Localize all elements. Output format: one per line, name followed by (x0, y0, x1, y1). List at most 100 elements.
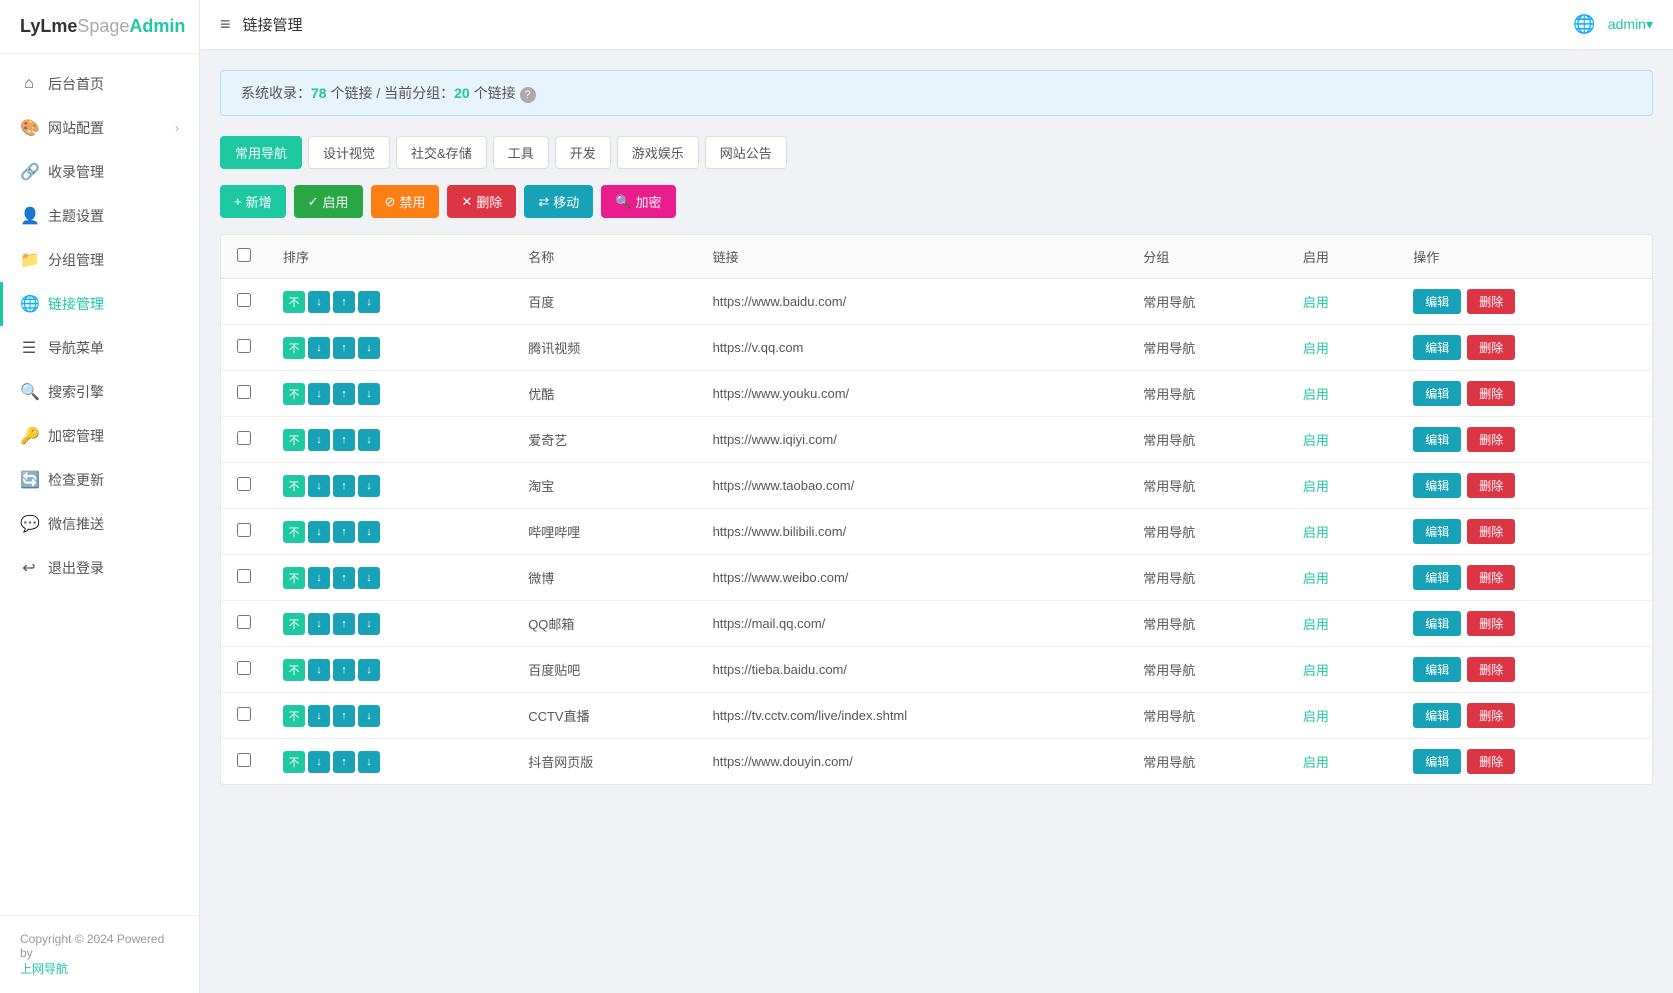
sort-up-2[interactable]: ↑ (333, 383, 355, 405)
edit-button-3[interactable]: 编辑 (1413, 427, 1461, 452)
row-checkbox-6[interactable] (237, 569, 251, 583)
globe-icon[interactable]: 🌐 (1573, 14, 1595, 35)
select-all-checkbox[interactable] (237, 248, 251, 262)
sort-bottom-6[interactable]: ↓ (358, 567, 380, 589)
sidebar-item-collection[interactable]: 🔗 收录管理 (0, 150, 199, 194)
sort-up-9[interactable]: ↑ (333, 705, 355, 727)
sort-bottom-10[interactable]: ↓ (358, 751, 380, 773)
sidebar-item-group[interactable]: 📁 分组管理 (0, 238, 199, 282)
sort-down-6[interactable]: ↓ (308, 567, 330, 589)
sidebar-item-encrypt[interactable]: 🔑 加密管理 (0, 414, 199, 458)
sort-up-3[interactable]: ↑ (333, 429, 355, 451)
sort-down-0[interactable]: ↓ (308, 291, 330, 313)
sort-bottom-2[interactable]: ↓ (358, 383, 380, 405)
sort-up-7[interactable]: ↑ (333, 613, 355, 635)
sort-down-2[interactable]: ↓ (308, 383, 330, 405)
sort-down-5[interactable]: ↓ (308, 521, 330, 543)
sidebar-item-update[interactable]: 🔄 检查更新 (0, 458, 199, 502)
delete-button-5[interactable]: 删除 (1467, 519, 1515, 544)
delete-button-8[interactable]: 删除 (1467, 657, 1515, 682)
row-checkbox-1[interactable] (237, 339, 251, 353)
sort-up-6[interactable]: ↑ (333, 567, 355, 589)
disable-button[interactable]: ⊘禁用 (371, 185, 440, 218)
edit-button-5[interactable]: 编辑 (1413, 519, 1461, 544)
delete-button-2[interactable]: 删除 (1467, 381, 1515, 406)
row-checkbox-5[interactable] (237, 523, 251, 537)
sort-down-3[interactable]: ↓ (308, 429, 330, 451)
delete-button-7[interactable]: 删除 (1467, 611, 1515, 636)
row-checkbox-8[interactable] (237, 661, 251, 675)
delete-button-9[interactable]: 删除 (1467, 703, 1515, 728)
encrypt-button[interactable]: 🔍加密 (601, 185, 675, 218)
delete-button-3[interactable]: 删除 (1467, 427, 1515, 452)
sort-top-4[interactable]: 不 (283, 475, 305, 497)
sort-up-1[interactable]: ↑ (333, 337, 355, 359)
row-checkbox-2[interactable] (237, 385, 251, 399)
tab-game-entertainment[interactable]: 游戏娱乐 (617, 136, 699, 169)
sidebar-item-links[interactable]: 🌐 链接管理 (0, 282, 199, 326)
edit-button-10[interactable]: 编辑 (1413, 749, 1461, 774)
row-checkbox-10[interactable] (237, 753, 251, 767)
sort-up-5[interactable]: ↑ (333, 521, 355, 543)
edit-button-9[interactable]: 编辑 (1413, 703, 1461, 728)
edit-button-1[interactable]: 编辑 (1413, 335, 1461, 360)
sort-top-0[interactable]: 不 (283, 291, 305, 313)
delete-button-1[interactable]: 删除 (1467, 335, 1515, 360)
move-button[interactable]: ⇄移动 (524, 185, 593, 218)
sidebar-item-search[interactable]: 🔍 搜索引擎 (0, 370, 199, 414)
edit-button-2[interactable]: 编辑 (1413, 381, 1461, 406)
edit-button-4[interactable]: 编辑 (1413, 473, 1461, 498)
sidebar-item-dashboard[interactable]: ⌂ 后台首页 (0, 62, 199, 106)
add-button[interactable]: +新增 (220, 185, 286, 218)
sort-top-3[interactable]: 不 (283, 429, 305, 451)
sort-down-9[interactable]: ↓ (308, 705, 330, 727)
sort-bottom-9[interactable]: ↓ (358, 705, 380, 727)
delete-button-10[interactable]: 删除 (1467, 749, 1515, 774)
sort-down-8[interactable]: ↓ (308, 659, 330, 681)
tab-design-view[interactable]: 设计视觉 (308, 136, 390, 169)
sort-bottom-8[interactable]: ↓ (358, 659, 380, 681)
sort-top-2[interactable]: 不 (283, 383, 305, 405)
sort-up-8[interactable]: ↑ (333, 659, 355, 681)
sort-up-4[interactable]: ↑ (333, 475, 355, 497)
sort-top-5[interactable]: 不 (283, 521, 305, 543)
sort-up-10[interactable]: ↑ (333, 751, 355, 773)
tab-tools[interactable]: 工具 (493, 136, 549, 169)
sort-bottom-5[interactable]: ↓ (358, 521, 380, 543)
delete-button-6[interactable]: 删除 (1467, 565, 1515, 590)
row-checkbox-3[interactable] (237, 431, 251, 445)
sort-bottom-0[interactable]: ↓ (358, 291, 380, 313)
tab-common-nav[interactable]: 常用导航 (220, 136, 302, 169)
menu-toggle-icon[interactable]: ≡ (220, 14, 231, 35)
tab-social-storage[interactable]: 社交&存储 (396, 136, 487, 169)
sort-bottom-7[interactable]: ↓ (358, 613, 380, 635)
edit-button-7[interactable]: 编辑 (1413, 611, 1461, 636)
row-checkbox-0[interactable] (237, 293, 251, 307)
enable-button[interactable]: ✓启用 (294, 185, 363, 218)
delete-button-0[interactable]: 删除 (1467, 289, 1515, 314)
footer-link[interactable]: 上网导航 (20, 962, 68, 976)
sort-bottom-1[interactable]: ↓ (358, 337, 380, 359)
delete-button-4[interactable]: 删除 (1467, 473, 1515, 498)
admin-menu[interactable]: admin▾ (1608, 16, 1653, 33)
edit-button-0[interactable]: 编辑 (1413, 289, 1461, 314)
row-checkbox-7[interactable] (237, 615, 251, 629)
row-checkbox-9[interactable] (237, 707, 251, 721)
sort-bottom-4[interactable]: ↓ (358, 475, 380, 497)
sort-down-4[interactable]: ↓ (308, 475, 330, 497)
sort-top-9[interactable]: 不 (283, 705, 305, 727)
sort-down-10[interactable]: ↓ (308, 751, 330, 773)
sidebar-item-theme[interactable]: 👤 主题设置 (0, 194, 199, 238)
sort-down-7[interactable]: ↓ (308, 613, 330, 635)
sidebar-item-wechat[interactable]: 💬 微信推送 (0, 502, 199, 546)
sort-bottom-3[interactable]: ↓ (358, 429, 380, 451)
sort-top-8[interactable]: 不 (283, 659, 305, 681)
edit-button-8[interactable]: 编辑 (1413, 657, 1461, 682)
sort-top-1[interactable]: 不 (283, 337, 305, 359)
sidebar-item-logout[interactable]: ↩ 退出登录 (0, 546, 199, 590)
edit-button-6[interactable]: 编辑 (1413, 565, 1461, 590)
sort-top-10[interactable]: 不 (283, 751, 305, 773)
sort-top-7[interactable]: 不 (283, 613, 305, 635)
delete-button[interactable]: ✕删除 (447, 185, 516, 218)
sort-top-6[interactable]: 不 (283, 567, 305, 589)
